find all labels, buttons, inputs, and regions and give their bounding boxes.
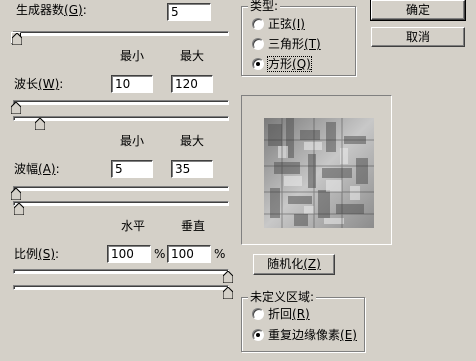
wavelength-min-slider-thumb[interactable] xyxy=(10,101,22,117)
amplitude-max-input[interactable] xyxy=(171,160,213,178)
scale-horizontal-header: 水平 xyxy=(121,219,146,233)
wrap-around-radio[interactable] xyxy=(252,308,264,320)
amplitude-max-header: 最大 xyxy=(180,134,205,148)
amplitude-label: 波幅(A): xyxy=(14,162,60,176)
scale-vertical-slider-track[interactable] xyxy=(13,285,229,290)
wavelength-min-slider-track[interactable] xyxy=(13,100,229,105)
generators-slider-track[interactable] xyxy=(13,31,229,36)
scale-horizontal-unit: % xyxy=(154,247,166,261)
repeat-edge-pixels-label[interactable]: 重复边缘像素(E) xyxy=(268,328,357,342)
scale-horizontal-slider-thumb[interactable] xyxy=(222,270,234,286)
generators-slider-thumb[interactable] xyxy=(11,32,22,45)
scale-vertical-input[interactable] xyxy=(167,245,211,263)
scale-vertical-unit: % xyxy=(214,247,226,261)
scale-horizontal-slider-track[interactable] xyxy=(13,269,229,274)
amplitude-max-slider-track[interactable] xyxy=(13,201,229,206)
ok-button[interactable]: 确定 xyxy=(370,0,466,21)
preview-image xyxy=(264,118,374,228)
amplitude-min-slider-track[interactable] xyxy=(13,186,229,191)
radio-selected-dot xyxy=(256,333,260,337)
scale-vertical-header: 垂直 xyxy=(181,219,206,233)
scale-horizontal-input[interactable] xyxy=(107,245,151,263)
amplitude-min-input[interactable] xyxy=(111,160,153,178)
undefined-area-group-title: 未定义区域: xyxy=(248,290,317,304)
radio-selected-dot xyxy=(256,62,260,66)
scale-label: 比例(S): xyxy=(14,247,60,261)
type-sine-radio[interactable] xyxy=(252,18,264,30)
wrap-around-label[interactable]: 折回(R) xyxy=(268,307,310,321)
type-sine-label[interactable]: 正弦(I) xyxy=(268,17,305,31)
wavelength-min-header: 最小 xyxy=(120,49,145,63)
amplitude-max-slider-thumb[interactable] xyxy=(13,202,25,218)
wavelength-label: 波长(W): xyxy=(14,77,64,91)
repeat-edge-pixels-radio[interactable] xyxy=(252,329,264,341)
generators-input[interactable] xyxy=(167,3,211,21)
undefined-area-group xyxy=(241,297,365,352)
wavelength-max-slider-track[interactable] xyxy=(13,116,229,121)
randomize-button[interactable]: 随机化(Z) xyxy=(253,254,335,275)
type-square-radio[interactable] xyxy=(252,58,264,70)
type-triangle-radio[interactable] xyxy=(252,38,264,50)
type-triangle-label[interactable]: 三角形(T) xyxy=(268,37,321,51)
type-square-label[interactable]: 方形(Q) xyxy=(267,56,312,72)
type-group-title: 类型: xyxy=(248,0,281,13)
wavelength-min-input[interactable] xyxy=(111,75,153,93)
wavelength-max-input[interactable] xyxy=(171,75,213,93)
scale-vertical-slider-thumb[interactable] xyxy=(222,286,234,302)
preview-panel xyxy=(241,95,392,245)
cancel-button[interactable]: 取消 xyxy=(371,27,465,47)
generators-label: 生成器数(G): xyxy=(16,3,87,17)
amplitude-min-header: 最小 xyxy=(120,134,145,148)
wavelength-max-slider-thumb[interactable] xyxy=(34,117,46,133)
wavelength-max-header: 最大 xyxy=(180,49,205,63)
